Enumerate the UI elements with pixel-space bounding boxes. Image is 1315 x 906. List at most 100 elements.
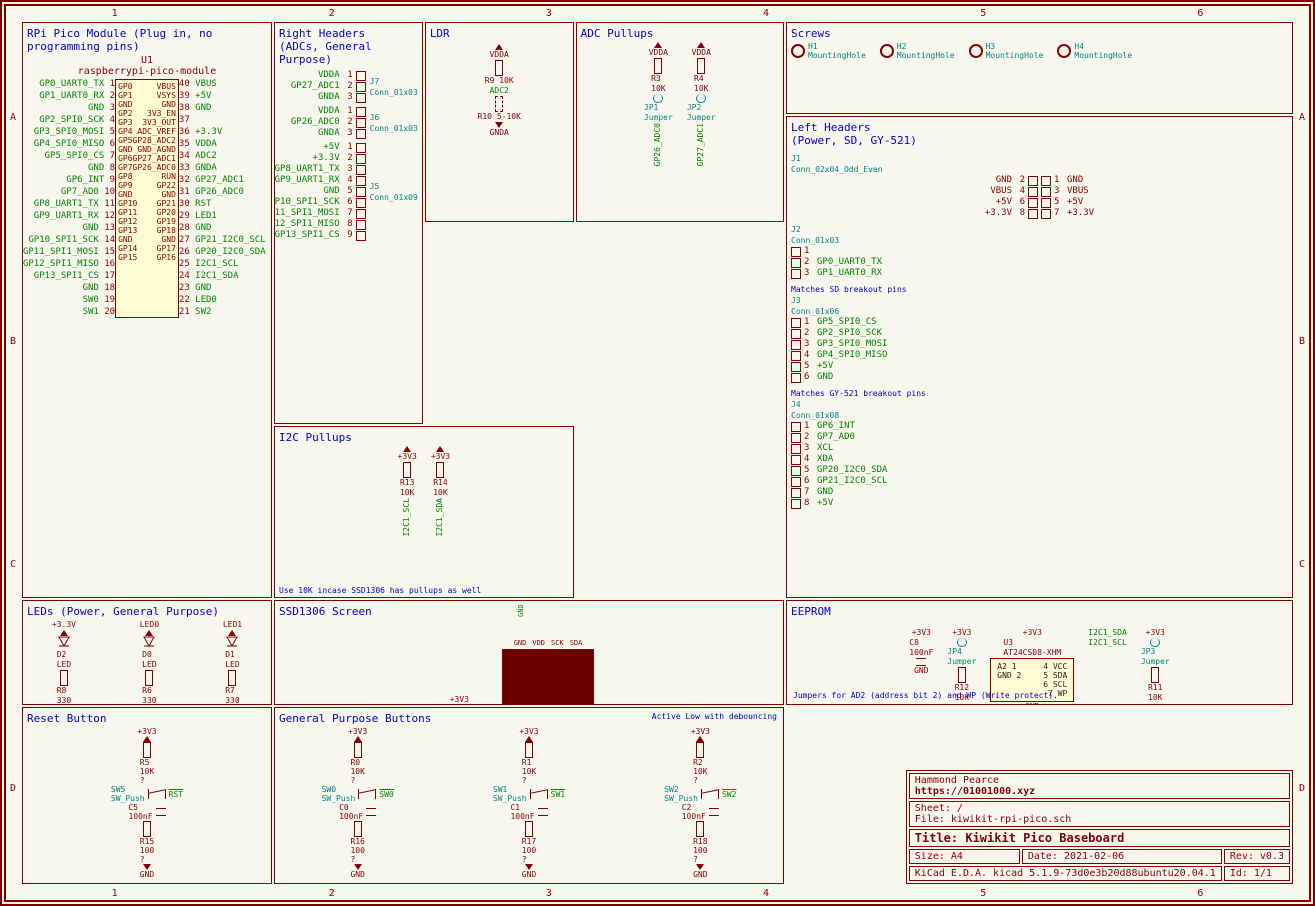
net-label: GP11_SPI1_MOSI <box>23 247 99 257</box>
net-label: GND <box>195 103 211 113</box>
component-ref: R10 <box>478 112 492 121</box>
note-text: Jumpers for AD2 (address bit 2) and WP (… <box>793 691 1058 700</box>
net-label: GP6_INT <box>66 175 104 185</box>
block-ssd1306: SSD1306 Screen +3V3 C6100nF GND GND +3V3… <box>274 600 784 705</box>
net-label: GP9_UART1_RX <box>34 211 99 221</box>
component-type: raspberrypi-pico-module <box>78 66 216 77</box>
net-label: VDDA <box>195 139 217 149</box>
gnd-label: GNDA <box>490 128 509 138</box>
block-title: EEPROM <box>791 605 1288 618</box>
net-label: +3.3V <box>195 127 222 137</box>
block-title: I2C Pullups <box>279 431 569 444</box>
block-adc-pullups: ADC Pullups VDDA R310K JP1Jumper GP26_AD… <box>576 22 784 222</box>
mounting-hole-icon <box>791 44 805 58</box>
mounting-hole-icon <box>880 44 894 58</box>
net-label: GP20_I2C0_SDA <box>195 247 265 257</box>
net-label: GP7_AD0 <box>61 187 99 197</box>
net-label: SW1 <box>83 307 99 317</box>
note-text: Use 10K incase SSD1306 has pullups as we… <box>279 586 481 595</box>
switch-icon <box>701 789 719 799</box>
ruler-top: 123456 <box>6 6 1309 20</box>
net-label: ADC2 <box>490 86 509 96</box>
eda-tool: KiCad E.D.A. kicad 5.1.9-73d0e3b20d88ubu… <box>909 866 1222 881</box>
mounting-hole-icon <box>1057 44 1071 58</box>
switch-icon <box>148 789 166 799</box>
led-icon <box>58 636 70 650</box>
net-label: GND <box>88 103 104 113</box>
component-ref: R9 <box>485 76 495 85</box>
net-label: SW0 <box>83 295 99 305</box>
sheet-id: Id: 1/1 <box>1224 866 1290 881</box>
switch-icon <box>530 789 548 799</box>
mounting-hole-icon <box>969 44 983 58</box>
net-label: GP21_I2C0_SCL <box>195 235 265 245</box>
block-screws: Screws H1MountingHoleH2MountingHoleH3Mou… <box>786 22 1293 114</box>
block-title: SSD1306 Screen <box>279 605 779 618</box>
net-label: I2C1_SDA <box>195 271 238 281</box>
title-block: Hammond Pearcehttps://01001000.xyz Sheet… <box>906 770 1293 884</box>
net-label: GP3_SPI0_MOSI <box>34 127 104 137</box>
led-icon <box>143 636 155 650</box>
sheet-path: Sheet: / <box>915 803 963 814</box>
net-label: GP8_UART1_TX <box>34 199 99 209</box>
block-title: Reset Button <box>27 712 267 725</box>
net-label: I2C1_SCL <box>195 259 238 269</box>
designer-url: https://01001000.xyz <box>915 786 1035 797</box>
component-ref: U1 <box>141 55 153 66</box>
component-value: 5-10K <box>497 112 521 121</box>
sheet-rev: Rev: v0.3 <box>1224 849 1290 864</box>
block-left-headers: Left Headers(Power, SD, GY-521) J1Conn_0… <box>786 116 1293 598</box>
net-label: +5V <box>195 91 211 101</box>
block-title: Left Headers(Power, SD, GY-521) <box>791 121 1288 147</box>
ldr-icon <box>495 96 503 112</box>
ruler-left: ABCD <box>6 6 20 900</box>
net-label: LED1 <box>195 211 217 221</box>
gnd-icon <box>495 122 503 128</box>
block-reset: Reset Button +3V3 R510K? SW5SW_PushRST C… <box>22 707 272 884</box>
net-label: GP0_UART0_TX <box>39 79 104 89</box>
net-label: GP4_SPI0_MISO <box>34 139 104 149</box>
block-title: LEDs (Power, General Purpose) <box>27 605 267 618</box>
net-label: GND <box>195 223 211 233</box>
block-title: ADC Pullups <box>581 27 779 40</box>
note-text: Active Low with debouncing <box>652 712 777 721</box>
led-icon <box>226 636 238 650</box>
component-value: 10K <box>499 76 513 85</box>
net-label: GP5_SPI0_CS <box>45 151 105 161</box>
designer-name: Hammond Pearce <box>915 775 999 786</box>
block-pico: RPi Pico Module (Plug in, no programming… <box>22 22 272 598</box>
block-right-headers: Right Headers(ADCs, General Purpose) VDD… <box>274 22 423 424</box>
net-label: RST <box>195 199 211 209</box>
resistor-icon <box>495 60 503 76</box>
block-title: LDR <box>430 27 569 40</box>
ruler-right: ABCD <box>1295 6 1309 900</box>
net-label: VBUS <box>195 79 217 89</box>
block-eeprom: EEPROM +3V3C8100nFGND +3V3JP4JumperR1210… <box>786 600 1293 705</box>
oled-screen-icon <box>502 649 594 705</box>
power-label: VDDA <box>490 50 509 60</box>
net-label: GNDA <box>195 163 217 173</box>
switch-icon <box>358 789 376 799</box>
block-i2c-pullups: I2C Pullups +3V3 R1310K I2C1_SCL +3V3 R1… <box>274 426 574 598</box>
block-gp-buttons: General Purpose Buttons Active Low with … <box>274 707 784 884</box>
sheet-size: Size: A4 <box>909 849 1020 864</box>
net-label: GP13_SPI1_CS <box>34 271 99 281</box>
file-name: File: kiwikit-rpi-pico.sch <box>915 814 1072 825</box>
net-label: GP10_SPI1_SCK <box>28 235 98 245</box>
schematic-sheet: 123456 123456 ABCD ABCD Screws H1Mountin… <box>0 0 1315 906</box>
net-label: GP27_ADC1 <box>195 175 244 185</box>
block-title: RPi Pico Module (Plug in, no programming… <box>27 27 267 53</box>
net-label: GND <box>83 223 99 233</box>
net-label: GND <box>83 283 99 293</box>
net-label: GND <box>195 283 211 293</box>
block-title: Screws <box>791 27 1288 40</box>
net-label: GP12_SPI1_MISO <box>23 259 99 269</box>
net-label: GP2_SPI0_SCK <box>39 115 104 125</box>
pico-chip-body: GP0VBUSGP1VSYSGNDGNDGP23V3_ENGP33V3_OUTG… <box>115 79 179 318</box>
net-label: GND <box>88 163 104 173</box>
ruler-bottom: 123456 <box>6 886 1309 900</box>
net-label: LED0 <box>195 295 217 305</box>
net-label: GP26_ADC0 <box>195 187 244 197</box>
net-label: GP1_UART0_RX <box>39 91 104 101</box>
net-label: SW2 <box>195 307 211 317</box>
